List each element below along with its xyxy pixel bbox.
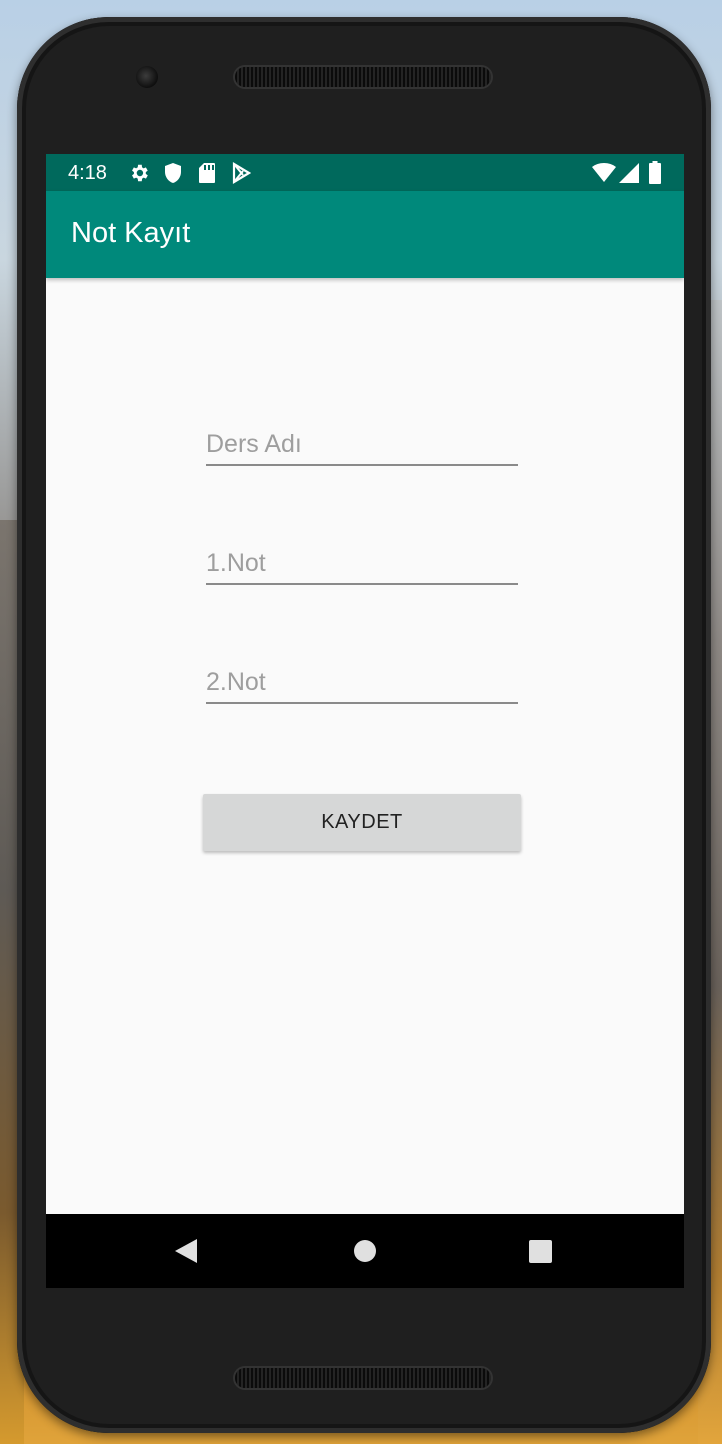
front-camera (136, 66, 158, 88)
bottom-speaker (235, 1368, 491, 1388)
app-title: Not Kayıt (71, 217, 191, 249)
lesson-name-field-wrapper (206, 424, 518, 466)
status-bar: 4:18 (46, 154, 684, 191)
gear-icon (128, 162, 150, 189)
top-speaker (235, 67, 491, 87)
status-time: 4:18 (68, 162, 107, 184)
cell-signal-icon (619, 163, 639, 188)
shield-icon (163, 162, 183, 189)
grade-2-field-wrapper (206, 662, 518, 704)
navigation-bar (46, 1214, 684, 1288)
battery-icon (649, 161, 661, 189)
wifi-icon (592, 163, 616, 188)
lesson-name-input[interactable] (206, 424, 518, 464)
grade-1-field-wrapper (206, 543, 518, 585)
form-container: KAYDET (46, 278, 684, 1214)
device-screen: 4:18 Not Kayıt Ders Adı 1.Not 2.Not KAYD… (46, 154, 684, 1288)
play-store-icon (231, 162, 252, 189)
app-bar: Not Kayıt (46, 191, 684, 278)
save-button[interactable]: KAYDET (203, 794, 521, 851)
grade-1-input[interactable] (206, 543, 518, 583)
home-icon[interactable] (353, 1239, 377, 1267)
back-icon[interactable] (174, 1238, 198, 1268)
sd-card-icon (198, 162, 216, 189)
grade-2-input[interactable] (206, 662, 518, 702)
recents-icon[interactable] (529, 1240, 552, 1267)
